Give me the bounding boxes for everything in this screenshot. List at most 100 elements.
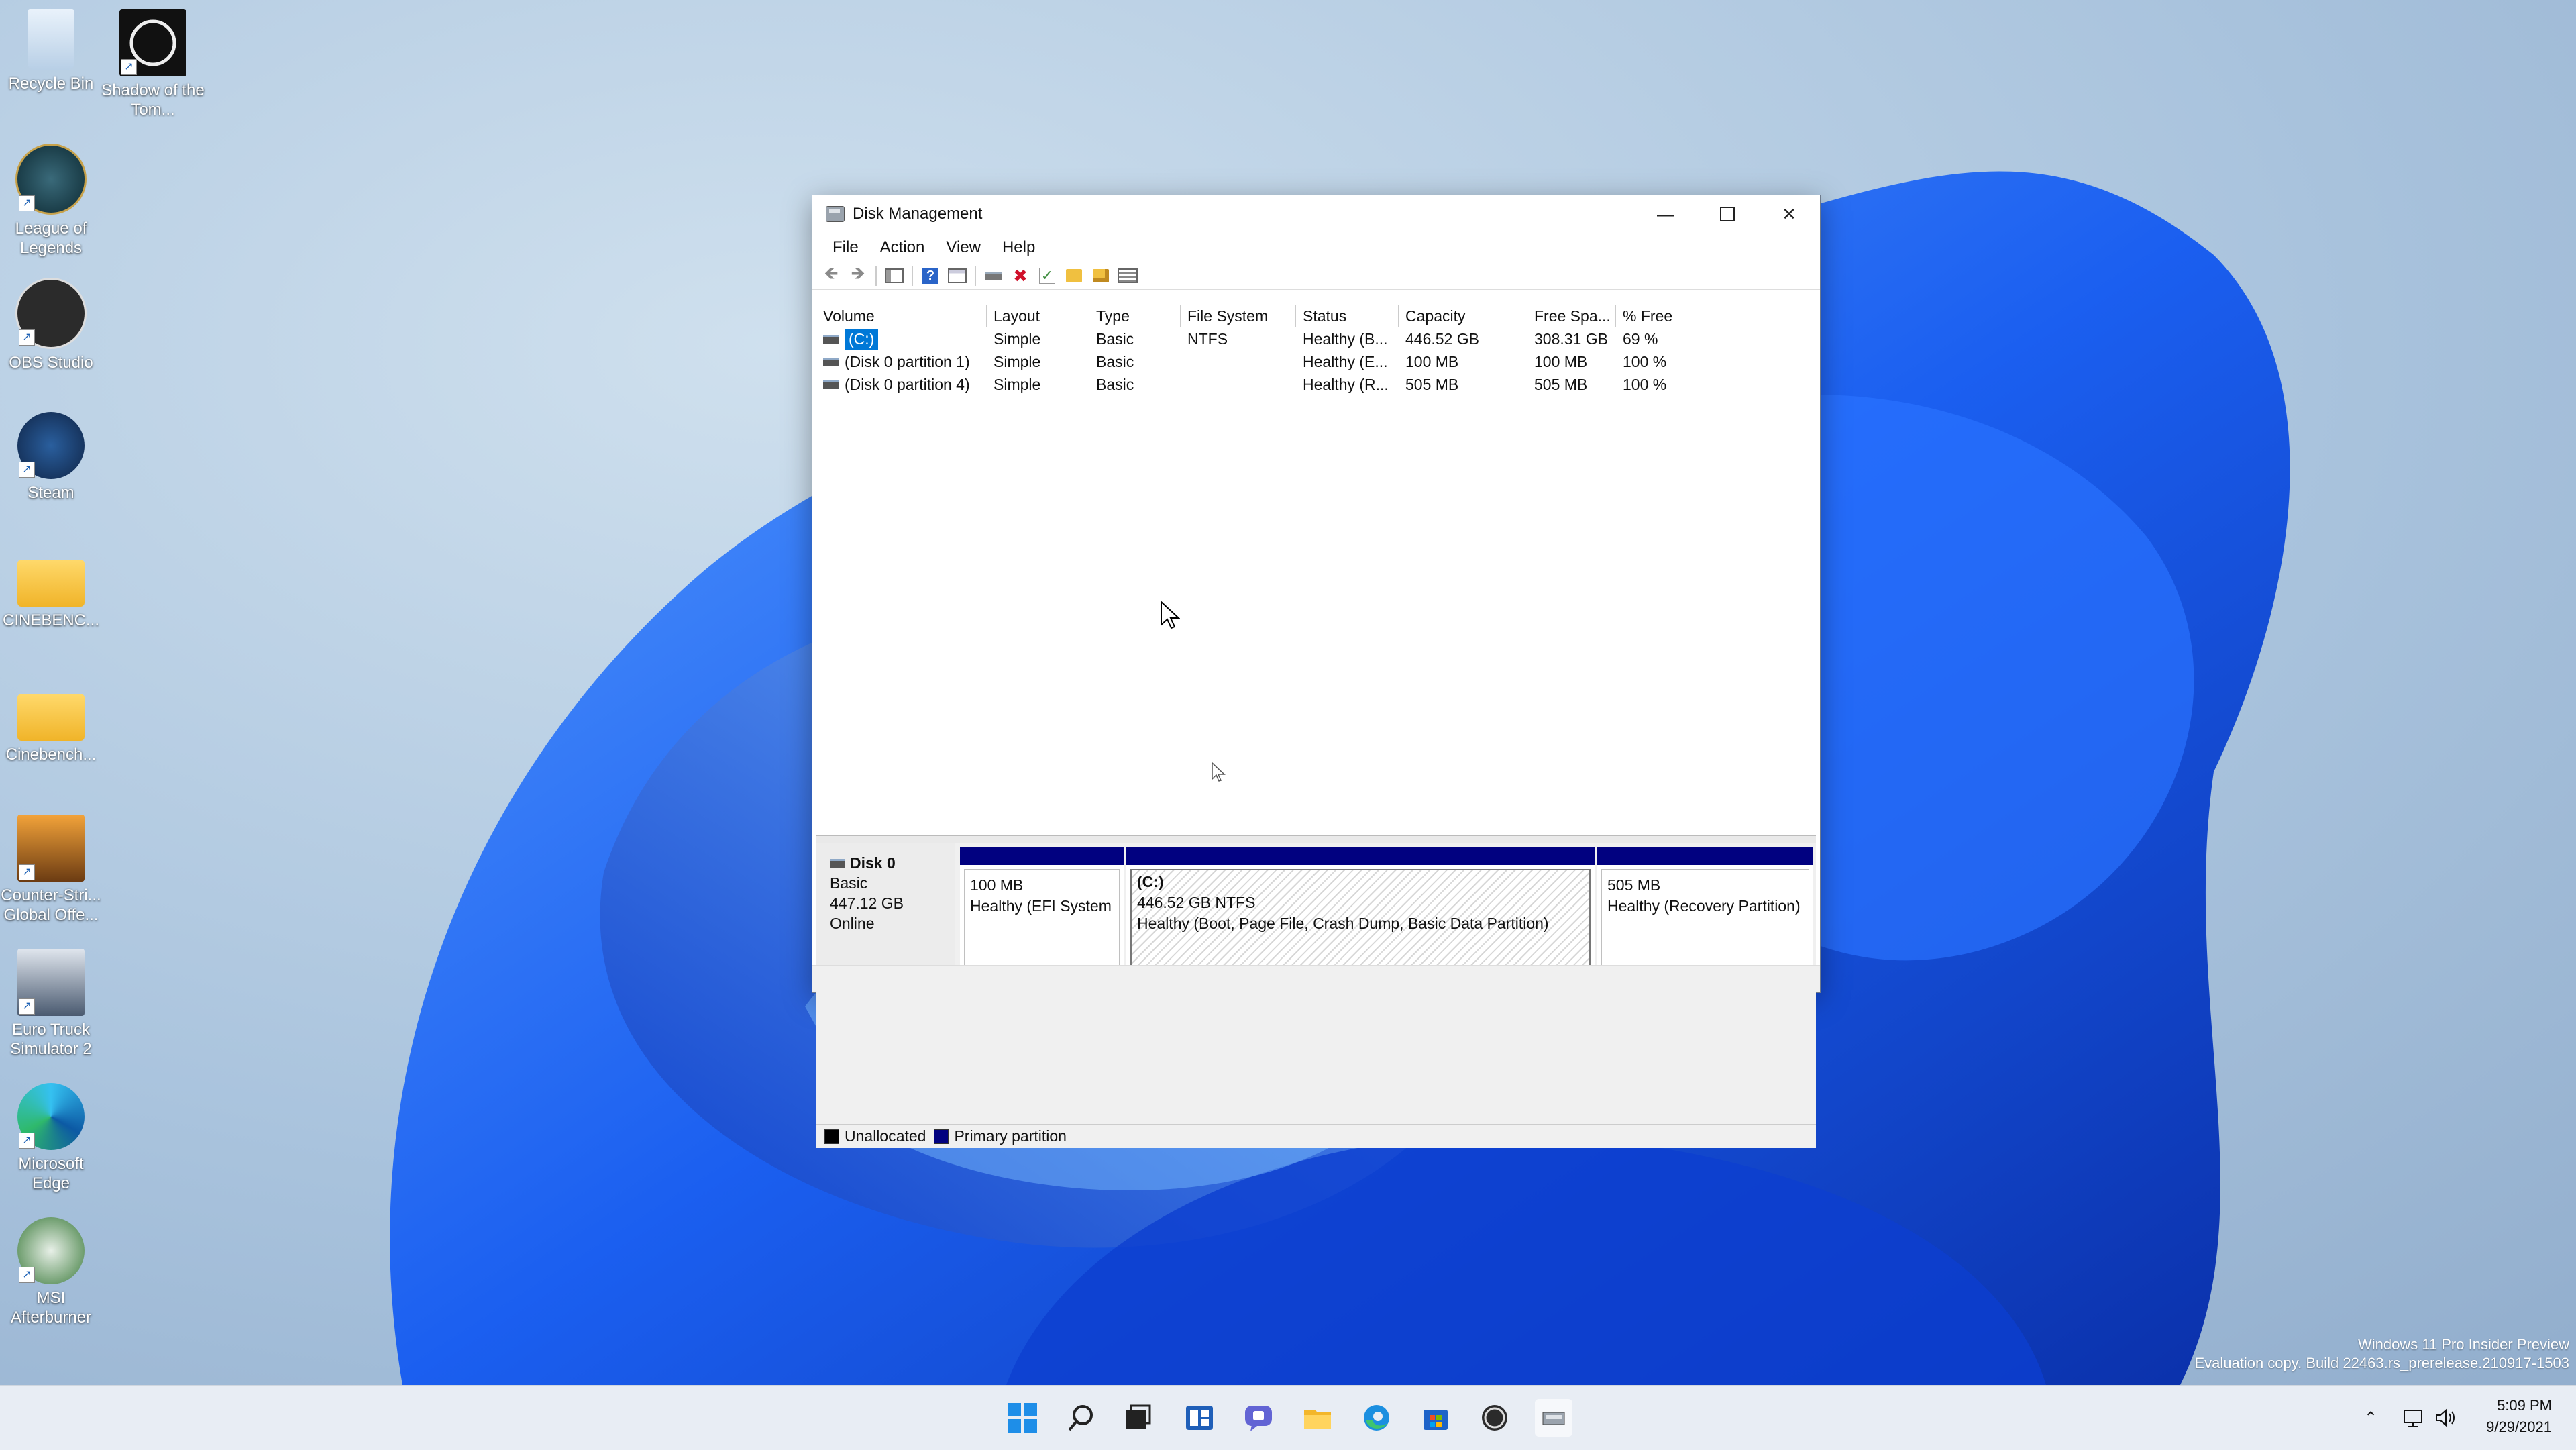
column-header-layout[interactable]: Layout <box>987 305 1089 327</box>
search-volume-button[interactable] <box>1087 264 1114 288</box>
desktop-icon-league-of-legends[interactable]: ↗ League of Legends <box>0 144 105 258</box>
desktop-icon-microsoft-edge[interactable]: ↗ Microsoft Edge <box>0 1083 105 1193</box>
disk-management-window: Disk Management — ✕ File Action View Hel… <box>812 195 1821 1148</box>
volume-type: Basic <box>1096 329 1134 348</box>
desktop-icon-cinebench-folder-1[interactable]: CINEBENC... <box>0 546 105 630</box>
new-volume-button[interactable] <box>1061 264 1087 288</box>
volume-percent-free: 100 % <box>1623 375 1667 393</box>
connect-disk-button[interactable] <box>980 264 1007 288</box>
volume-percent-free: 69 % <box>1623 329 1658 348</box>
edge-taskbar-button[interactable] <box>1358 1399 1395 1437</box>
edge-icon <box>1364 1405 1389 1431</box>
taskbar: ⌃ 5:09 PM 9/29/2021 <box>0 1385 2576 1450</box>
shortcut-arrow-icon: ↗ <box>19 462 35 478</box>
partition-efi[interactable]: 100 MB Healthy (EFI System <box>960 847 1124 975</box>
back-arrow-icon: 🡸 <box>824 263 839 283</box>
column-header-type[interactable]: Type <box>1089 305 1181 327</box>
delete-button[interactable]: ✖ <box>1007 264 1034 288</box>
table-row[interactable]: (Disk 0 partition 1) Simple Basic Health… <box>816 350 1816 373</box>
desktop-icon-cinebench-folder-2[interactable]: Cinebench... <box>0 680 105 764</box>
volume-layout: Simple <box>994 352 1041 370</box>
network-icon <box>2404 1410 2422 1427</box>
column-header-status[interactable]: Status <box>1296 305 1399 327</box>
volume-type: Basic <box>1096 352 1134 370</box>
widgets-button[interactable] <box>1181 1399 1218 1437</box>
volume-list-header: Volume Layout Type File System Status Ca… <box>816 305 1816 327</box>
chat-button[interactable] <box>1240 1399 1277 1437</box>
view-list-button[interactable] <box>1114 264 1141 288</box>
desktop-icon-msi-afterburner[interactable]: ↗ MSI Afterburner <box>0 1217 105 1327</box>
task-view-button[interactable] <box>1119 1399 1157 1437</box>
desktop-icon-euro-truck-simulator-2[interactable]: ↗ Euro Truck Simulator 2 <box>0 949 105 1059</box>
desktop-icon-recycle-bin[interactable]: Recycle Bin <box>0 9 105 93</box>
partition-c[interactable]: (C:) 446.52 GB NTFS Healthy (Boot, Page … <box>1126 847 1595 975</box>
search-button[interactable] <box>1063 1399 1100 1437</box>
desktop-icon-label: CINEBENC... <box>2 611 100 629</box>
folder-icon <box>1304 1410 1331 1429</box>
mouse-cursor-icon <box>1212 762 1226 782</box>
store-icon <box>1424 1410 1448 1430</box>
column-header-capacity[interactable]: Capacity <box>1399 305 1527 327</box>
desktop-icon-obs-studio[interactable]: ↗ OBS Studio <box>0 278 105 372</box>
help-icon: ? <box>922 268 938 284</box>
disk-management-taskbar-button[interactable] <box>1535 1399 1572 1437</box>
menu-file[interactable]: File <box>823 236 871 260</box>
primary-partition-bar <box>960 847 1124 865</box>
desktop-icon-shadow-of-the-tomb-raider[interactable]: ↗ Shadow of the Tom... <box>99 9 207 119</box>
desktop-icon-label: Euro Truck Simulator 2 <box>10 1021 92 1058</box>
menu-action[interactable]: Action <box>871 236 937 260</box>
volume-button[interactable] <box>2435 1386 2458 1450</box>
column-header-percent-free[interactable]: % Free <box>1616 305 1735 327</box>
desktop-icon-label: Shadow of the Tom... <box>101 81 205 119</box>
volume-name: (Disk 0 partition 1) <box>845 352 970 370</box>
menu-view[interactable]: View <box>936 236 993 260</box>
column-header-file-system[interactable]: File System <box>1181 305 1296 327</box>
shortcut-arrow-icon: ↗ <box>19 329 35 346</box>
clock[interactable]: 5:09 PM 9/29/2021 <box>2486 1395 2552 1438</box>
partition-row: 100 MB Healthy (EFI System (C:) 446.52 G… <box>960 847 1813 975</box>
volume-free-space: 308.31 GB <box>1534 329 1608 348</box>
partition-status: Healthy (Recovery Partition) <box>1607 897 1801 915</box>
disk-name: Disk 0 <box>850 854 896 872</box>
column-header-free-space[interactable]: Free Spa... <box>1527 305 1616 327</box>
maximize-button[interactable] <box>1697 195 1758 233</box>
volume-file-system: NTFS <box>1187 329 1228 348</box>
close-button[interactable]: ✕ <box>1758 195 1820 233</box>
obs-taskbar-button[interactable] <box>1476 1399 1513 1437</box>
title-bar[interactable]: Disk Management — ✕ <box>812 195 1820 233</box>
desktop-icon-counter-strike[interactable]: ↗ Counter-Stri... Global Offe... <box>0 815 105 925</box>
disk-state: Online <box>830 915 875 932</box>
recycle-bin-icon <box>28 9 74 70</box>
network-button[interactable] <box>2403 1386 2426 1450</box>
check-button[interactable]: ✓ <box>1034 264 1061 288</box>
show-hide-console-tree-button[interactable] <box>881 264 908 288</box>
back-button[interactable]: 🡸 <box>818 263 845 288</box>
close-icon: ✕ <box>1782 203 1796 224</box>
start-button[interactable] <box>1004 1399 1041 1437</box>
show-hidden-icons-button[interactable]: ⌃ <box>2364 1386 2377 1450</box>
windows-logo-icon <box>1008 1403 1037 1433</box>
forward-button[interactable]: 🡺 <box>845 263 871 288</box>
volume-drive-icon <box>823 357 839 366</box>
minimize-button[interactable]: — <box>1635 195 1697 233</box>
toolbar: 🡸 🡺 ? ✖ ✓ <box>812 262 1820 290</box>
edge-icon: ↗ <box>17 1083 85 1150</box>
file-explorer-button[interactable] <box>1299 1399 1336 1437</box>
partition-recovery[interactable]: 505 MB Healthy (Recovery Partition) <box>1597 847 1813 975</box>
menu-help[interactable]: Help <box>993 236 1047 260</box>
desktop-icon-label: Steam <box>28 484 74 502</box>
column-header-volume[interactable]: Volume <box>816 305 987 327</box>
properties-button[interactable] <box>944 264 971 288</box>
evaluation-watermark: Windows 11 Pro Insider Preview Evaluatio… <box>2194 1335 2569 1373</box>
help-button[interactable]: ? <box>917 264 944 288</box>
disk-0-label[interactable]: Disk 0 Basic 447.12 GB Online <box>816 843 955 978</box>
obs-studio-icon: ↗ <box>15 278 87 349</box>
desktop-icon-steam[interactable]: ↗ Steam <box>0 412 105 503</box>
volume-name: (C:) <box>845 328 879 350</box>
store-button[interactable] <box>1417 1399 1454 1437</box>
table-row[interactable]: (Disk 0 partition 4) Simple Basic Health… <box>816 373 1816 396</box>
volume-free-space: 100 MB <box>1534 352 1588 370</box>
table-row[interactable]: (C:) Simple Basic NTFS Healthy (B... 446… <box>816 327 1816 350</box>
partition-name: (C:) <box>1137 873 1164 890</box>
pane-splitter[interactable] <box>816 835 1816 843</box>
